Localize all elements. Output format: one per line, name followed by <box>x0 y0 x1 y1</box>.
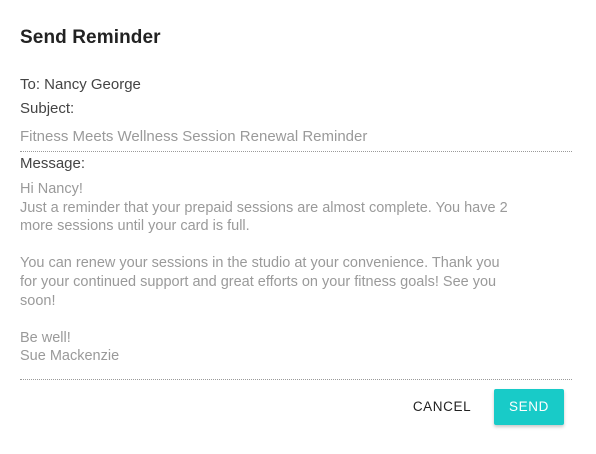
message-textarea[interactable]: Hi Nancy! Just a reminder that your prep… <box>20 180 572 380</box>
cancel-button[interactable]: CANCEL <box>402 389 482 425</box>
subject-input[interactable] <box>20 121 572 152</box>
message-line: soon! <box>20 292 56 309</box>
message-line: for your continued support and great eff… <box>20 273 497 290</box>
send-reminder-dialog: Send Reminder To: Nancy George Subject: … <box>0 0 596 454</box>
message-label: Message: <box>20 155 86 172</box>
message-line: You can renew your sessions in the studi… <box>20 255 500 272</box>
message-line: Sue Mackenzie <box>20 348 120 365</box>
message-line: Just a reminder that your prepaid sessio… <box>20 199 508 216</box>
recipient-line: To: Nancy George <box>20 76 141 93</box>
message-line <box>20 236 572 255</box>
subject-label: Subject: <box>20 100 75 117</box>
message-line <box>20 310 572 329</box>
message-line: Hi Nancy! <box>20 181 83 197</box>
dialog-title: Send Reminder <box>20 27 161 48</box>
message-line: Be well! <box>20 329 71 346</box>
send-button[interactable]: SEND <box>494 389 564 425</box>
message-line: more sessions until your card is full. <box>20 218 250 235</box>
